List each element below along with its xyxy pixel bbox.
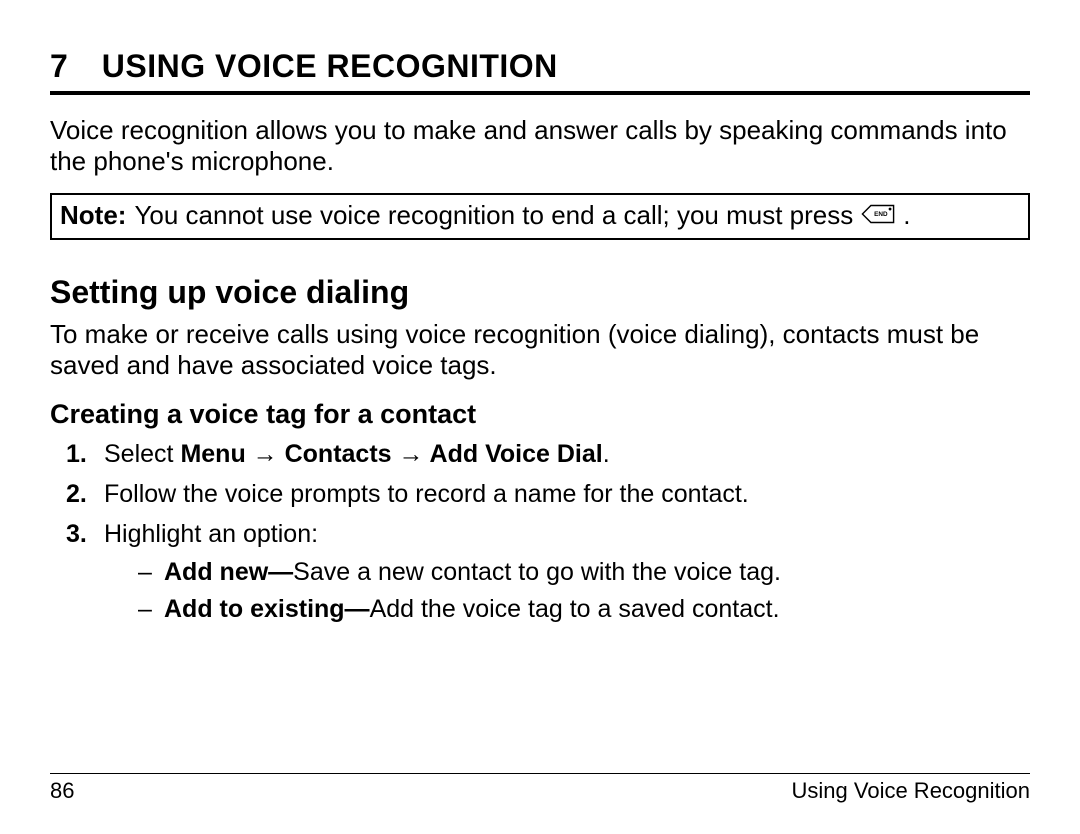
- section-paragraph: To make or receive calls using voice rec…: [50, 319, 1030, 381]
- step-text: Highlight an option:: [104, 520, 318, 548]
- list-item: 3. Highlight an option: – Add new—Save a…: [50, 518, 1030, 627]
- step-tail: .: [603, 440, 610, 468]
- list-item: 2. Follow the voice prompts to record a …: [50, 478, 1030, 512]
- sub-list: – Add new—Save a new contact to go with …: [104, 556, 1030, 628]
- list-item: – Add to existing—Add the voice tag to a…: [104, 593, 1030, 627]
- list-item: 1. Select Menu → Contacts → Add Voice Di…: [50, 438, 1030, 472]
- step-text: Select: [104, 440, 180, 468]
- step-number: 2.: [66, 478, 87, 512]
- list-item: – Add new—Save a new contact to go with …: [104, 556, 1030, 590]
- svg-text:END: END: [874, 212, 888, 219]
- step-bold: Menu → Contacts → Add Voice Dial: [180, 440, 602, 468]
- note-label: Note:: [60, 199, 126, 232]
- step-number: 3.: [66, 518, 87, 552]
- sub-text-a: Save: [293, 558, 350, 586]
- note-text: You cannot use voice recognition to end …: [134, 199, 853, 232]
- chapter-number: 7: [50, 48, 68, 85]
- bullet-dash: –: [138, 556, 152, 590]
- page-number: 86: [50, 778, 74, 804]
- sub-text-b: a new contact to go with the voice tag.: [350, 558, 781, 586]
- footer-section-name: Using Voice Recognition: [792, 778, 1030, 804]
- bullet-dash: –: [138, 593, 152, 627]
- intro-paragraph: Voice recognition allows you to make and…: [50, 115, 1030, 177]
- page-footer: 86 Using Voice Recognition: [50, 773, 1030, 804]
- sub-bold: Add to existing—: [164, 595, 370, 623]
- subsection-heading: Creating a voice tag for a contact: [50, 399, 1030, 430]
- section-heading: Setting up voice dialing: [50, 274, 1030, 311]
- chapter-title: USING VOICE RECOGNITION: [102, 48, 558, 85]
- step-text: Follow the voice prompts to record a nam…: [104, 480, 749, 508]
- sub-bold: Add new—: [164, 558, 293, 586]
- sub-text-a: Add the voice tag to a saved contact.: [370, 595, 780, 623]
- steps-list: 1. Select Menu → Contacts → Add Voice Di…: [50, 438, 1030, 633]
- note-box: Note: You cannot use voice recognition t…: [50, 193, 1030, 240]
- end-key-icon: END: [861, 204, 895, 224]
- manual-page: 7 USING VOICE RECOGNITION Voice recognit…: [0, 0, 1080, 834]
- chapter-heading: 7 USING VOICE RECOGNITION: [50, 48, 1030, 95]
- step-number: 1.: [66, 438, 87, 472]
- note-text-after: .: [903, 199, 910, 232]
